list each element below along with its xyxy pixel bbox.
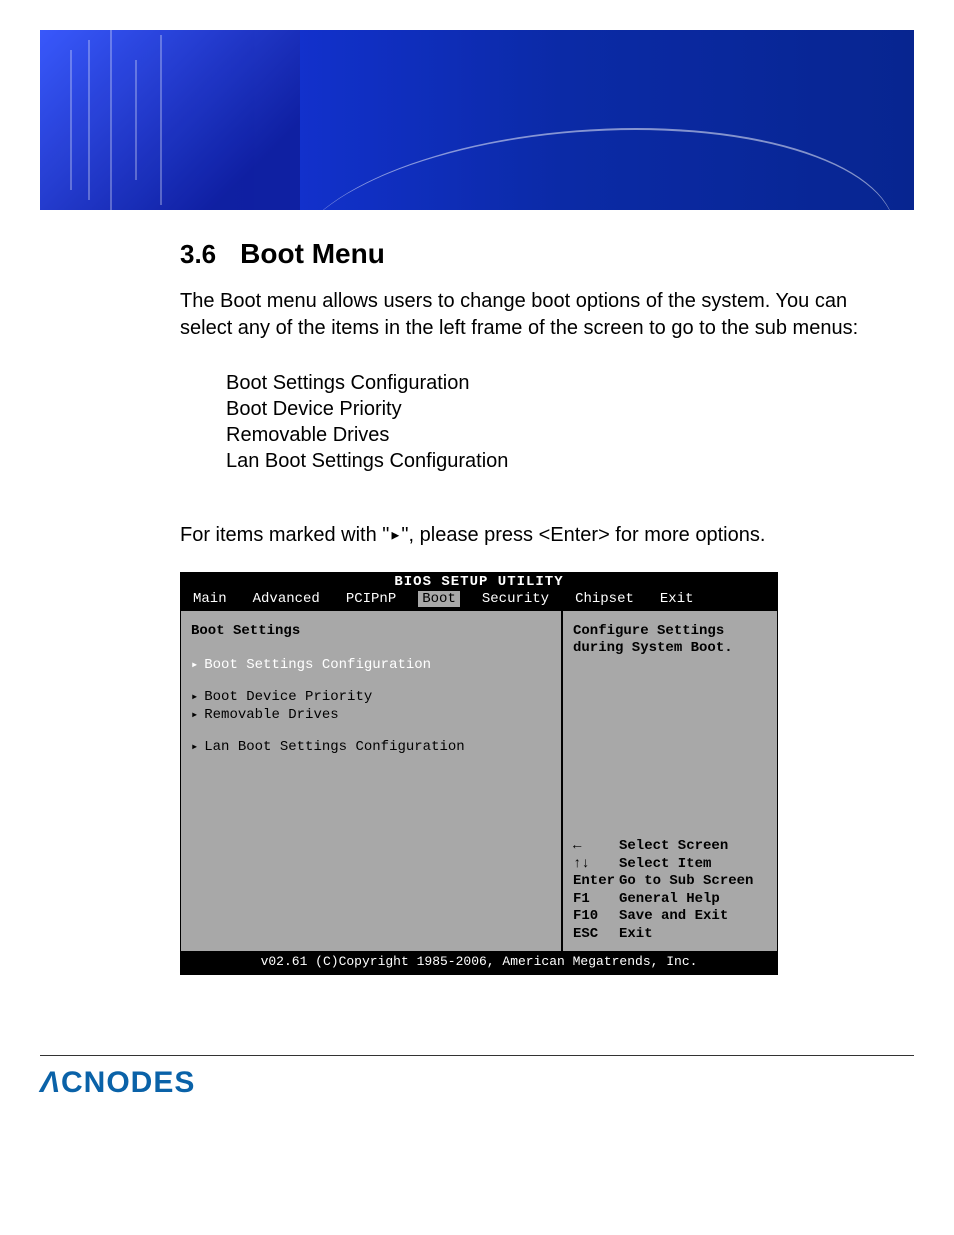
page-footer: ΛACNODESCNODES xyxy=(0,1055,954,1130)
triangle-icon: ▸ xyxy=(389,525,401,548)
bios-tab-chipset[interactable]: Chipset xyxy=(571,591,638,607)
brand-logo: ΛACNODESCNODES xyxy=(40,1066,914,1100)
triangle-icon xyxy=(191,657,198,673)
bios-help-line: during System Boot. xyxy=(573,640,769,657)
bios-help-panel: Configure Settings during System Boot. ←… xyxy=(563,611,777,951)
bios-footer: v02.61 (C)Copyright 1985-2006, American … xyxy=(181,951,777,974)
bios-item-removable-drives[interactable]: Removable Drives xyxy=(191,707,551,723)
section-title: Boot Menu xyxy=(240,238,385,270)
list-item: Lan Boot Settings Configuration xyxy=(226,448,894,474)
bios-panel-title: Boot Settings xyxy=(191,623,551,639)
bios-tab-security[interactable]: Security xyxy=(478,591,553,607)
submenu-list: Boot Settings Configuration Boot Device … xyxy=(226,370,894,474)
bios-tab-advanced[interactable]: Advanced xyxy=(249,591,324,607)
header-banner xyxy=(40,30,914,210)
bios-item-boot-device-priority[interactable]: Boot Device Priority xyxy=(191,689,551,705)
bios-key-legend: ←Select Screen ↑↓Select Item EnterGo to … xyxy=(573,838,769,943)
list-item: Removable Drives xyxy=(226,422,894,448)
bios-menubar: Main Advanced PCIPnP Boot Security Chips… xyxy=(181,591,777,611)
triangle-icon xyxy=(191,739,198,755)
bios-tab-boot[interactable]: Boot xyxy=(418,591,460,607)
intro-paragraph: The Boot menu allows users to change boo… xyxy=(180,288,894,342)
bios-tab-main[interactable]: Main xyxy=(189,591,231,607)
bios-item-lan-boot-settings[interactable]: Lan Boot Settings Configuration xyxy=(191,739,551,755)
triangle-icon xyxy=(191,707,198,723)
list-item: Boot Settings Configuration xyxy=(226,370,894,396)
bios-tab-pcipnp[interactable]: PCIPnP xyxy=(342,591,400,607)
section-number: 3.6 xyxy=(180,239,216,270)
list-item: Boot Device Priority xyxy=(226,396,894,422)
triangle-icon xyxy=(191,689,198,705)
bios-title: BIOS SETUP UTILITY xyxy=(181,573,777,591)
bios-item-boot-settings-configuration[interactable]: Boot Settings Configuration xyxy=(191,657,551,673)
banner-graphic xyxy=(40,30,300,210)
bios-tab-exit[interactable]: Exit xyxy=(656,591,698,607)
section-heading: 3.6 Boot Menu xyxy=(180,238,894,270)
bios-screenshot: BIOS SETUP UTILITY Main Advanced PCIPnP … xyxy=(180,572,778,975)
note-paragraph: For items marked with "▸", please press … xyxy=(180,522,894,548)
bios-help-line: Configure Settings xyxy=(573,623,769,640)
bios-left-panel: Boot Settings Boot Settings Configuratio… xyxy=(181,611,563,951)
